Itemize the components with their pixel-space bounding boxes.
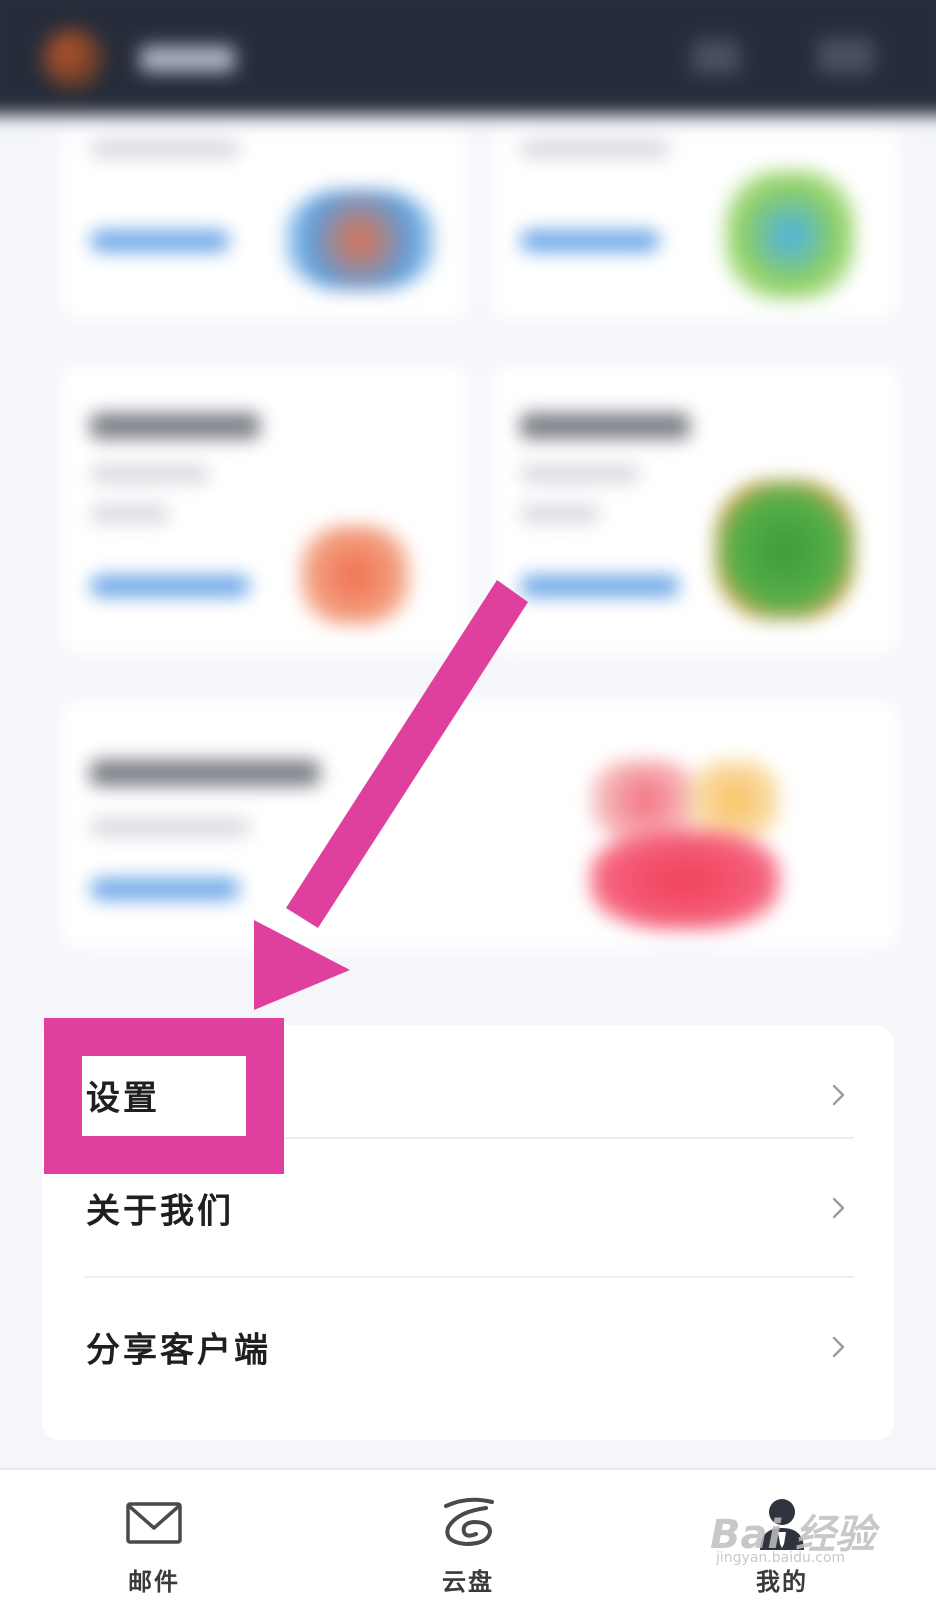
tab-cloud-disk[interactable]: 云盘: [378, 1470, 558, 1600]
watermark-url: jingyan.baidu.com: [716, 1550, 846, 1566]
menu-item-label: 分享客户端: [86, 1330, 271, 1370]
blurred-content-area: [0, 0, 936, 1005]
baidu-jingyan-watermark: Bai 经验 jingyan.baidu.com: [710, 1502, 875, 1566]
profile-header: [0, 0, 936, 115]
tab-label: 我的: [756, 1567, 808, 1596]
chevron-right-icon: [832, 1084, 845, 1105]
chevron-right-icon: [832, 1197, 845, 1218]
menu-item-label: 设置: [86, 1078, 160, 1118]
menu-item-label: 关于我们: [86, 1191, 234, 1231]
tab-label: 邮件: [128, 1567, 180, 1596]
menu-item-about-us[interactable]: 关于我们: [42, 1138, 894, 1277]
blurred-username: [140, 46, 235, 72]
avatar: [42, 28, 104, 90]
menu-item-share-client[interactable]: 分享客户端: [42, 1277, 894, 1416]
blurred-promo-card: [490, 130, 900, 320]
cloud-disk-icon: [444, 1497, 494, 1547]
tab-mail[interactable]: 邮件: [64, 1470, 244, 1600]
mail-icon: [126, 1502, 182, 1544]
chevron-right-icon: [832, 1336, 845, 1357]
blurred-promo-card: [60, 365, 470, 655]
blurred-header-icon: [692, 40, 740, 74]
tab-label: 云盘: [442, 1567, 494, 1596]
blurred-promo-card: [490, 365, 900, 655]
blurred-promo-card: [60, 130, 470, 320]
settings-menu-card: 设置 关于我们 分享客户端: [42, 1025, 894, 1440]
blurred-header-icon: [818, 38, 874, 74]
blurred-promo-card: [60, 700, 900, 950]
